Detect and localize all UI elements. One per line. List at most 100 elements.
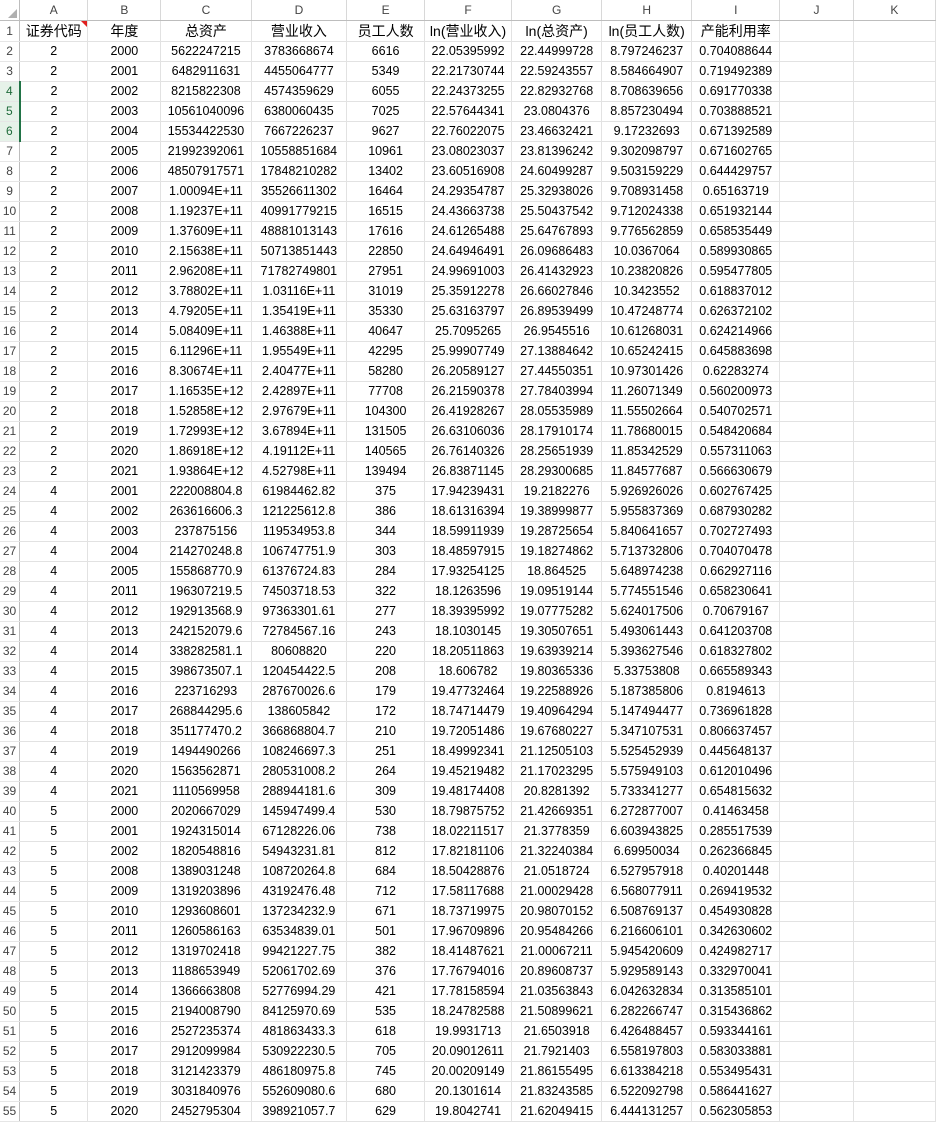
cell-a22[interactable]: 2 xyxy=(19,441,89,462)
cell-h1[interactable]: ln(员工人数) xyxy=(601,20,693,42)
cell-e39[interactable]: 309 xyxy=(346,781,425,802)
cell-e21[interactable]: 131505 xyxy=(346,421,425,442)
cell-j26[interactable] xyxy=(779,521,854,542)
cell-h14[interactable]: 10.3423552 xyxy=(601,281,693,302)
cell-k50[interactable] xyxy=(853,1001,936,1022)
cell-k52[interactable] xyxy=(853,1041,936,1062)
cell-b37[interactable]: 2019 xyxy=(87,741,162,762)
cell-i50[interactable]: 0.315436862 xyxy=(691,1001,781,1022)
cell-b43[interactable]: 2008 xyxy=(87,861,162,882)
cell-b45[interactable]: 2010 xyxy=(87,901,162,922)
cell-h7[interactable]: 9.302098797 xyxy=(601,141,693,162)
cell-f28[interactable]: 17.93254125 xyxy=(424,561,513,582)
cell-b23[interactable]: 2021 xyxy=(87,461,162,482)
cell-i43[interactable]: 0.40201448 xyxy=(691,861,781,882)
row-header-8[interactable]: 8 xyxy=(0,161,21,182)
select-all-corner[interactable] xyxy=(0,0,21,21)
cell-k33[interactable] xyxy=(853,661,936,682)
cell-g26[interactable]: 19.28725654 xyxy=(511,521,603,542)
cell-h13[interactable]: 10.23820826 xyxy=(601,261,693,282)
cell-e1[interactable]: 员工人数 xyxy=(346,20,425,42)
cell-d33[interactable]: 120454422.5 xyxy=(251,661,348,682)
cell-g21[interactable]: 28.17910174 xyxy=(511,421,603,442)
cell-c15[interactable]: 4.79205E+11 xyxy=(160,301,252,322)
cell-c35[interactable]: 268844295.6 xyxy=(160,701,252,722)
cell-i55[interactable]: 0.562305853 xyxy=(691,1101,781,1122)
cell-b32[interactable]: 2014 xyxy=(87,641,162,662)
cell-i41[interactable]: 0.285517539 xyxy=(691,821,781,842)
cell-b25[interactable]: 2002 xyxy=(87,501,162,522)
cell-i31[interactable]: 0.641203708 xyxy=(691,621,781,642)
cell-c27[interactable]: 214270248.8 xyxy=(160,541,252,562)
cell-d53[interactable]: 486180975.8 xyxy=(251,1061,348,1082)
cell-i18[interactable]: 0.62283274 xyxy=(691,361,781,382)
cell-c52[interactable]: 2912099984 xyxy=(160,1041,252,1062)
cell-e23[interactable]: 139494 xyxy=(346,461,425,482)
row-header-35[interactable]: 35 xyxy=(0,701,21,722)
cell-g13[interactable]: 26.41432923 xyxy=(511,261,603,282)
cell-e15[interactable]: 35330 xyxy=(346,301,425,322)
cell-j23[interactable] xyxy=(779,461,854,482)
cell-f10[interactable]: 24.43663738 xyxy=(424,201,513,222)
row-header-22[interactable]: 22 xyxy=(0,441,21,462)
row-header-18[interactable]: 18 xyxy=(0,361,21,382)
cell-a40[interactable]: 5 xyxy=(19,801,89,822)
cell-h45[interactable]: 6.508769137 xyxy=(601,901,693,922)
row-header-25[interactable]: 25 xyxy=(0,501,21,522)
row-header-4[interactable]: 4 xyxy=(0,81,21,102)
cell-f52[interactable]: 20.09012611 xyxy=(424,1041,513,1062)
cell-c33[interactable]: 398673507.1 xyxy=(160,661,252,682)
cell-c50[interactable]: 2194008790 xyxy=(160,1001,252,1022)
cell-a42[interactable]: 5 xyxy=(19,841,89,862)
cell-c29[interactable]: 196307219.5 xyxy=(160,581,252,602)
cell-b10[interactable]: 2008 xyxy=(87,201,162,222)
cell-f18[interactable]: 26.20589127 xyxy=(424,361,513,382)
cell-i36[interactable]: 0.806637457 xyxy=(691,721,781,742)
cell-e16[interactable]: 40647 xyxy=(346,321,425,342)
row-header-19[interactable]: 19 xyxy=(0,381,21,402)
row-header-3[interactable]: 3 xyxy=(0,61,21,82)
cell-i24[interactable]: 0.602767425 xyxy=(691,481,781,502)
cell-f30[interactable]: 18.39395992 xyxy=(424,601,513,622)
cell-c5[interactable]: 10561040096 xyxy=(160,101,252,122)
cell-a41[interactable]: 5 xyxy=(19,821,89,842)
cell-h39[interactable]: 5.733341277 xyxy=(601,781,693,802)
row-header-39[interactable]: 39 xyxy=(0,781,21,802)
row-header-42[interactable]: 42 xyxy=(0,841,21,862)
cell-g22[interactable]: 28.25651939 xyxy=(511,441,603,462)
cell-b24[interactable]: 2001 xyxy=(87,481,162,502)
cell-g23[interactable]: 28.29300685 xyxy=(511,461,603,482)
cell-a18[interactable]: 2 xyxy=(19,361,89,382)
cell-h6[interactable]: 9.17232693 xyxy=(601,121,693,142)
cell-g38[interactable]: 21.17023295 xyxy=(511,761,603,782)
cell-d41[interactable]: 67128226.06 xyxy=(251,821,348,842)
row-header-2[interactable]: 2 xyxy=(0,41,21,62)
cell-b22[interactable]: 2020 xyxy=(87,441,162,462)
cell-d48[interactable]: 52061702.69 xyxy=(251,961,348,982)
row-header-27[interactable]: 27 xyxy=(0,541,21,562)
cell-e55[interactable]: 629 xyxy=(346,1101,425,1122)
cell-h17[interactable]: 10.65242415 xyxy=(601,341,693,362)
cell-e3[interactable]: 5349 xyxy=(346,61,425,82)
cell-f21[interactable]: 26.63106036 xyxy=(424,421,513,442)
row-header-36[interactable]: 36 xyxy=(0,721,21,742)
cell-d34[interactable]: 287670026.6 xyxy=(251,681,348,702)
cell-b4[interactable]: 2002 xyxy=(87,81,162,102)
cell-c22[interactable]: 1.86918E+12 xyxy=(160,441,252,462)
cell-j2[interactable] xyxy=(779,41,854,62)
cell-i26[interactable]: 0.702727493 xyxy=(691,521,781,542)
cell-h22[interactable]: 11.85342529 xyxy=(601,441,693,462)
cell-j17[interactable] xyxy=(779,341,854,362)
cell-k1[interactable] xyxy=(853,20,936,42)
cell-f17[interactable]: 25.99907749 xyxy=(424,341,513,362)
row-header-12[interactable]: 12 xyxy=(0,241,21,262)
cell-f12[interactable]: 24.64946491 xyxy=(424,241,513,262)
cell-i15[interactable]: 0.626372102 xyxy=(691,301,781,322)
cell-d22[interactable]: 4.19112E+11 xyxy=(251,441,348,462)
cell-h34[interactable]: 5.187385806 xyxy=(601,681,693,702)
cell-a34[interactable]: 4 xyxy=(19,681,89,702)
cell-a55[interactable]: 5 xyxy=(19,1101,89,1122)
cell-c37[interactable]: 1494490266 xyxy=(160,741,252,762)
cell-b51[interactable]: 2016 xyxy=(87,1021,162,1042)
cell-h51[interactable]: 6.426488457 xyxy=(601,1021,693,1042)
